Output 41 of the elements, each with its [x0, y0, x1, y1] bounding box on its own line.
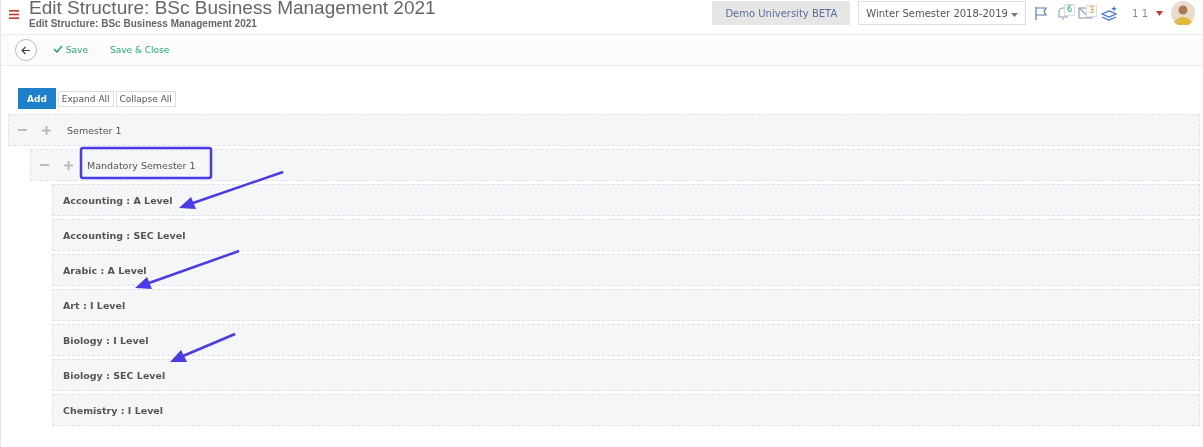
tree-node[interactable]: Mandatory Semester 1: [30, 149, 1200, 181]
tree-leaf[interactable]: Biology : I Level: [52, 324, 1200, 356]
tree-leaf[interactable]: Biology : SEC Level: [52, 359, 1200, 391]
flag-icon[interactable]: [1034, 5, 1049, 21]
node-label: Accounting : A Level: [63, 194, 173, 206]
notification-count: 6: [1064, 3, 1076, 16]
check-icon: [53, 45, 63, 53]
message-count: 3: [1086, 5, 1098, 17]
institution-button[interactable]: Demo University BETA: [712, 1, 851, 25]
back-arrow-icon: [21, 45, 31, 55]
page-subtitle: Edit Structure: BSc Business Management 2021: [29, 18, 258, 29]
layers-icon[interactable]: [1101, 5, 1119, 21]
caret-icon[interactable]: [1156, 10, 1163, 16]
node-label: Accounting : SEC Level: [63, 229, 186, 241]
tree-leaf[interactable]: Accounting : SEC Level: [52, 219, 1200, 251]
expand-all-button[interactable]: Expand All: [57, 91, 114, 107]
annotation-arrow: [170, 332, 236, 362]
tree-leaf[interactable]: Arabic : A Level: [52, 254, 1200, 286]
back-button[interactable]: [15, 39, 37, 61]
tree-leaf[interactable]: Chemistry : I Level: [52, 394, 1200, 426]
node-label: Mandatory Semester 1: [87, 159, 196, 171]
node-label: Art : I Level: [63, 299, 126, 311]
node-label: Semester 1: [67, 124, 122, 136]
bell-icon[interactable]: [1056, 5, 1071, 21]
tree-leaf[interactable]: Art : I Level: [52, 289, 1200, 321]
node-label: Arabic : A Level: [63, 264, 147, 276]
page-title: Edit Structure: BSc Business Management 2021: [29, 0, 436, 17]
user-count[interactable]: 1 1: [1132, 7, 1148, 19]
semester-dropdown[interactable]: Winter Semester 2018-2019: [858, 1, 1027, 25]
add-button[interactable]: Add: [18, 88, 56, 109]
avatar[interactable]: [1171, 1, 1195, 25]
node-label: Chemistry : I Level: [63, 404, 164, 416]
tree-leaf[interactable]: Accounting : A Level: [52, 184, 1200, 216]
expand-icon[interactable]: [41, 125, 51, 135]
expand-icon[interactable]: [63, 160, 73, 170]
menu-icon[interactable]: [9, 10, 19, 19]
caret-icon: [1011, 12, 1019, 17]
node-label: Biology : I Level: [63, 334, 149, 346]
node-label: Biology : SEC Level: [63, 369, 166, 381]
tree-node[interactable]: Semester 1: [8, 114, 1200, 146]
collapse-all-button[interactable]: Collapse All: [115, 91, 176, 107]
